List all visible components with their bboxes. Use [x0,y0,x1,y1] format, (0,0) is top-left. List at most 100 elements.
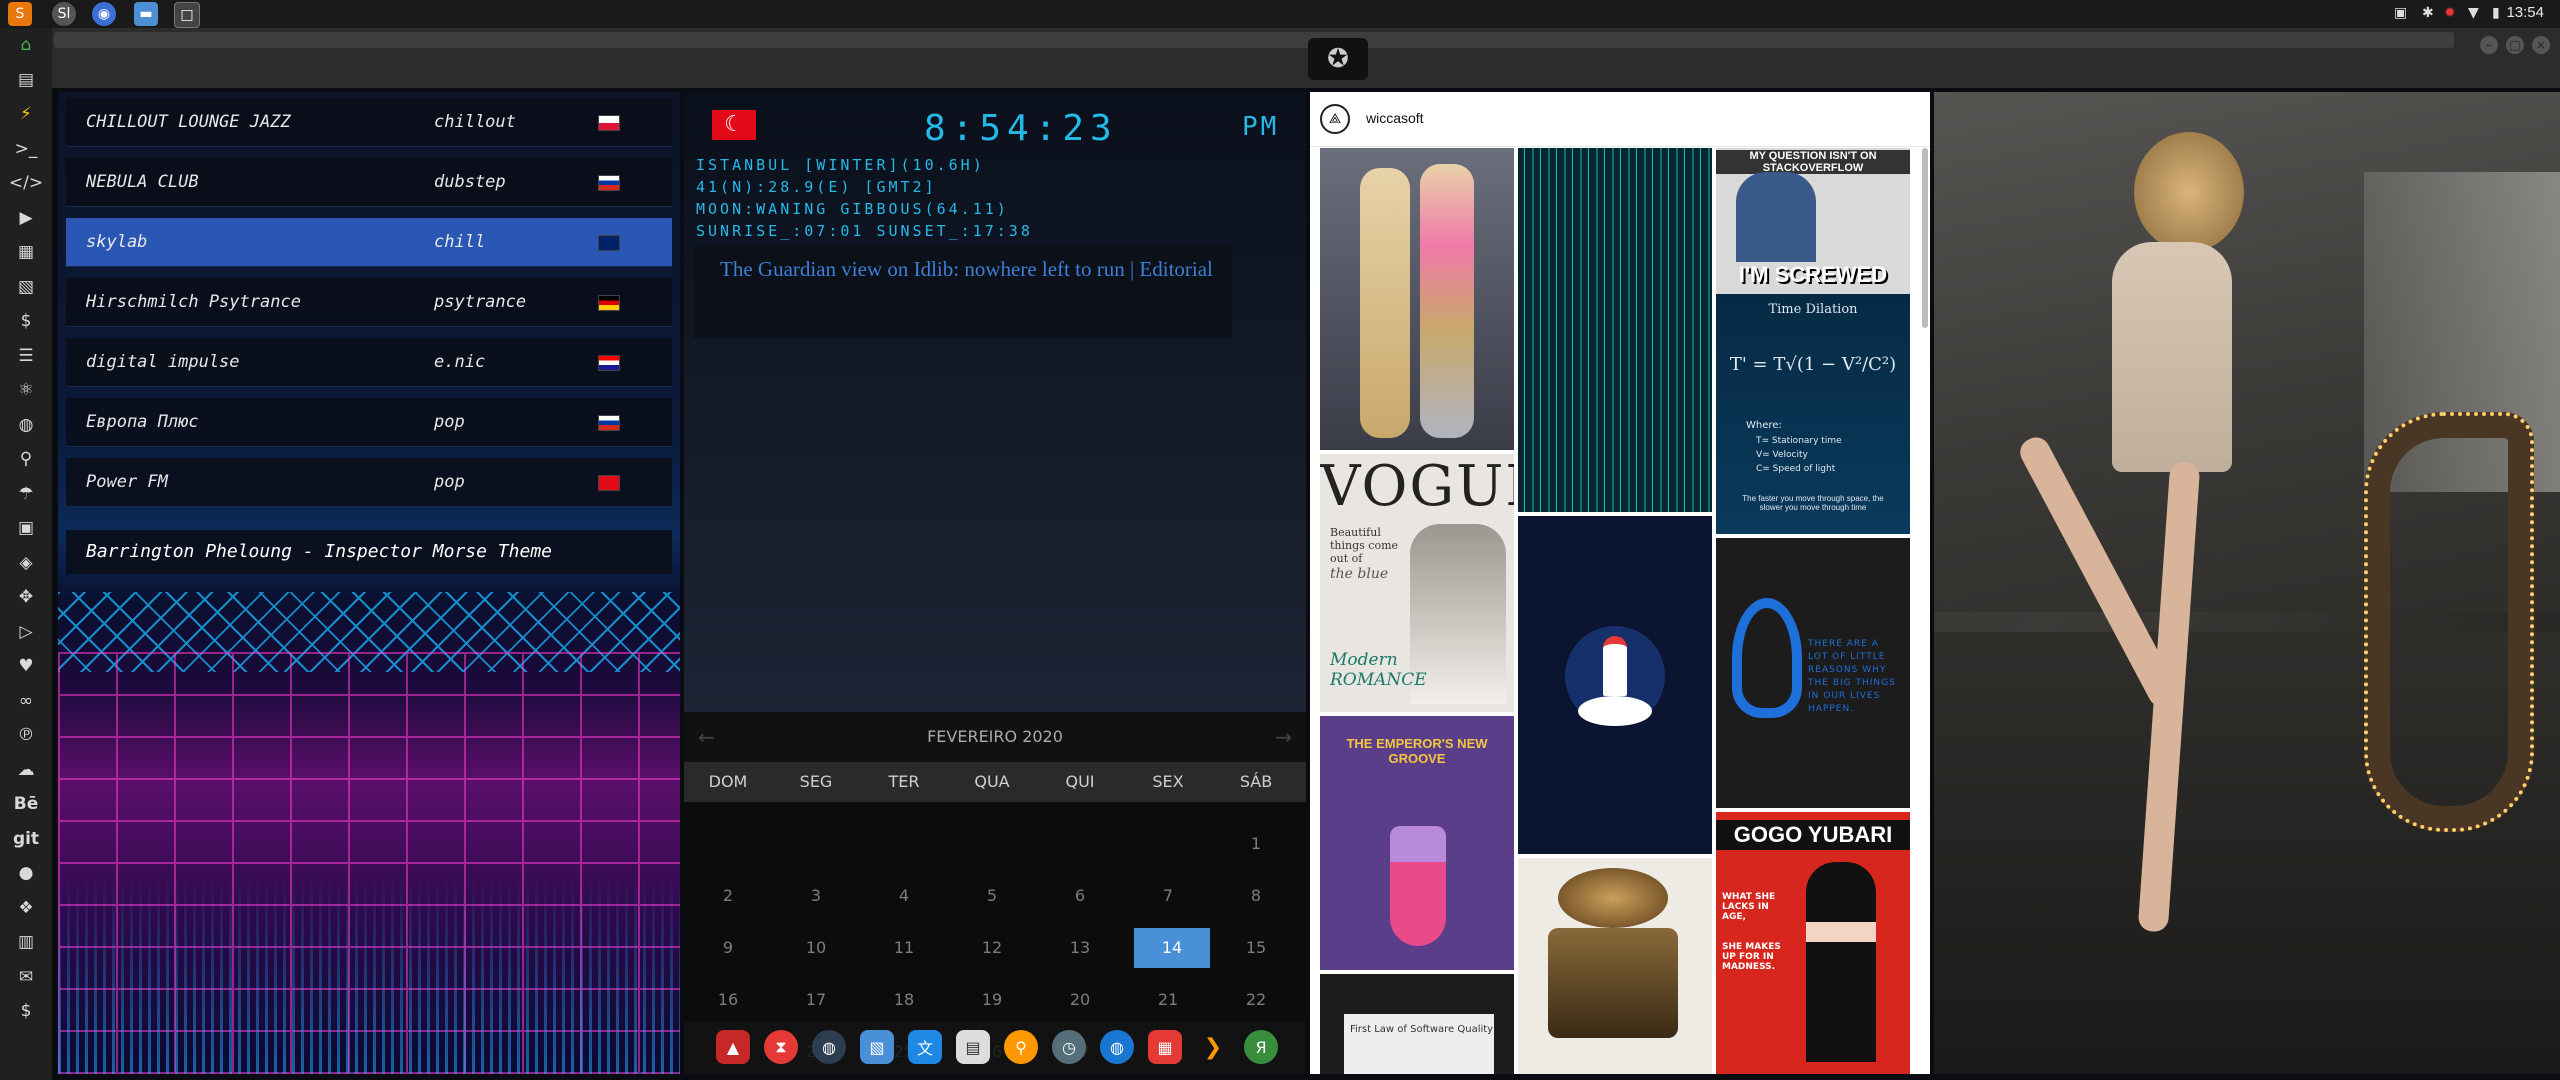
calendar-day[interactable]: 18 [860,980,948,1020]
sublime-icon[interactable]: ❯ [1196,1030,1230,1064]
instagram-username[interactable]: wiccasoft [1366,110,1424,126]
calendar-day[interactable]: 12 [948,928,1036,968]
calendar-day[interactable]: 11 [860,928,948,968]
photo-tile-matrix[interactable] [1518,148,1712,512]
map-icon[interactable]: ▥ [0,925,52,960]
calendar-day-today[interactable]: 14 [1134,928,1210,968]
youtube-icon[interactable]: ▷ [0,615,52,650]
calendar-day[interactable]: 6 [1036,876,1124,916]
calendar-day[interactable]: 20 [1036,980,1124,1020]
contact-icon[interactable]: ☰ [0,339,52,374]
photo-tile-gogo[interactable]: GOGO YUBARI WHAT SHE LACKS IN AGE, SHE M… [1716,812,1910,1074]
terminal-icon[interactable]: >_ [0,132,52,167]
planet-icon[interactable]: ◍ [812,1030,846,1064]
react-icon[interactable]: ⚛ [0,373,52,408]
window-titlebar[interactable]: ✪ – □ × [52,28,2560,88]
behance-icon[interactable]: Bē [0,787,52,822]
wifi-icon[interactable]: ▼ [2468,5,2479,21]
dollar-icon[interactable]: $ [0,304,52,339]
calendar-day[interactable]: 21 [1124,980,1212,1020]
dropbox-icon[interactable]: ❖ [0,891,52,926]
yandex-icon[interactable]: Я [1244,1030,1278,1064]
calendar-day[interactable]: 19 [948,980,1036,1020]
profile-avatar-icon[interactable]: ⟁ [1320,104,1350,134]
photo-tile-quality[interactable]: First Law of Software Quality [1320,974,1514,1074]
id-card-icon[interactable]: ▣ [0,511,52,546]
puzzle-icon[interactable]: ✥ [0,580,52,615]
calendar-day[interactable]: 9 [684,928,772,968]
sublime-text-icon[interactable]: S [8,2,32,26]
settings-red-icon[interactable]: ✹ [2444,5,2456,21]
play-icon[interactable]: ▶ [0,201,52,236]
calendar-day[interactable]: 15 [1212,928,1300,968]
station-row[interactable]: Hirschmilch Psytrance psytrance [66,278,672,327]
photo-tile-rocket[interactable] [1518,516,1712,854]
app-red-icon[interactable]: ▲ [716,1030,750,1064]
next-month-icon[interactable]: → [1275,712,1292,762]
news-icon[interactable]: ▤ [956,1030,990,1064]
calendar-day[interactable]: 17 [772,980,860,1020]
umbrella-icon[interactable]: ☂ [0,477,52,512]
calendar-day[interactable]: 16 [684,980,772,1020]
calendar-icon[interactable]: ▦ [1148,1030,1182,1064]
prev-month-icon[interactable]: ← [698,712,715,762]
maximize-icon[interactable]: □ [2506,36,2524,54]
files-icon[interactable]: ▬ [134,2,158,26]
box-icon[interactable]: ◈ [0,546,52,581]
photo-tile-dancers[interactable] [1320,148,1514,450]
calendar-day[interactable]: 7 [1124,876,1212,916]
tweaks-icon[interactable]: Sl [52,2,76,26]
battery-icon[interactable]: ▮ [2492,5,2500,21]
rebel-alliance-icon[interactable]: ✪ [1308,38,1368,80]
pinterest-icon[interactable]: ℗ [0,718,52,753]
panel-clock[interactable]: 13:54 [2506,4,2544,21]
hourglass-icon[interactable]: ⧗ [764,1030,798,1064]
station-row[interactable]: Power FM pop [66,458,672,507]
mail-icon[interactable]: ✉ [0,960,52,995]
calendar-day[interactable]: 3 [772,876,860,916]
globe-icon[interactable]: ◍ [1100,1030,1134,1064]
globe-icon[interactable]: ◍ [0,408,52,443]
calendar-day[interactable]: 4 [860,876,948,916]
screenshot-icon[interactable]: ▣ [2394,5,2407,21]
terminal-window-icon[interactable]: □ [174,2,200,28]
github-icon[interactable]: ● [0,856,52,891]
station-row[interactable]: digital impulse e.nic [66,338,672,387]
photo-tile-time-dilation[interactable]: Time Dilation T' = T√(1 − V²/C²) Where: … [1716,294,1910,534]
photo-tile-machine[interactable] [1518,858,1712,1074]
calendar-day[interactable]: 10 [772,928,860,968]
translate-icon[interactable]: 文 [908,1030,942,1064]
dollar-2-icon[interactable]: $ [0,994,52,1029]
calendar-day[interactable]: 1 [1212,824,1300,864]
chrome-icon[interactable]: ◉ [92,2,116,26]
close-icon[interactable]: × [2532,36,2550,54]
heart-icon[interactable]: ♥ [0,649,52,684]
link-icon[interactable]: ∞ [0,684,52,719]
home-icon[interactable]: ⌂ [0,28,52,63]
image-icon[interactable]: ▧ [0,270,52,305]
minimize-icon[interactable]: – [2480,36,2498,54]
bolt-icon[interactable]: ⚡ [0,97,52,132]
station-row-selected[interactable]: skylab chill [66,218,672,267]
code-icon[interactable]: </> [0,166,52,201]
news-headline[interactable]: The Guardian view on Idlib: nowhere left… [694,244,1232,338]
calendar-day[interactable]: 5 [948,876,1036,916]
station-row[interactable]: NEBULA CLUB dubstep [66,158,672,207]
search-orange-icon[interactable]: ⚲ [1004,1030,1038,1064]
video-icon[interactable]: ▦ [0,235,52,270]
photo-tile-horn[interactable]: THERE ARE A LOT OF LITTLE REASONS WHY TH… [1716,538,1910,808]
photo-tile-vogue[interactable]: VOGUE Beautiful things come out of the b… [1320,454,1514,712]
station-row[interactable]: CHILLOUT LOUNGE JAZZ chillout [66,98,672,147]
calendar-day[interactable]: 13 [1036,928,1124,968]
search-icon[interactable]: ⚲ [0,442,52,477]
document-icon[interactable]: ▤ [0,63,52,98]
bluetooth-icon[interactable]: ✱ [2422,5,2434,21]
cloud-icon[interactable]: ☁ [0,753,52,788]
clock-icon[interactable]: ◷ [1052,1030,1086,1064]
git-icon[interactable]: git [0,822,52,857]
station-row[interactable]: Европа Плюс pop [66,398,672,447]
instagram-scrollbar[interactable] [1922,148,1928,328]
calendar-day[interactable]: 8 [1212,876,1300,916]
gallery-icon[interactable]: ▧ [860,1030,894,1064]
calendar-day[interactable]: 22 [1212,980,1300,1020]
